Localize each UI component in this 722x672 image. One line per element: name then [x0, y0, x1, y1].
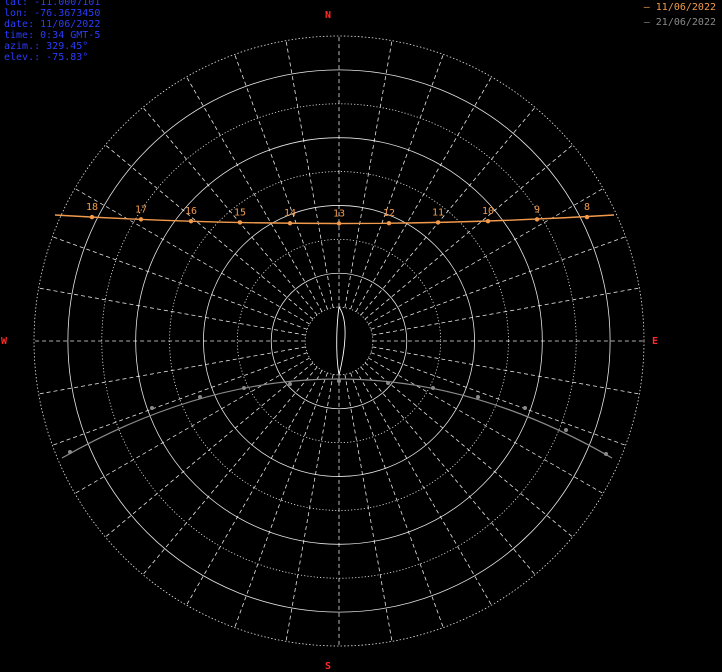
hour-label: 13 — [333, 209, 345, 220]
grid-spoke — [350, 372, 444, 628]
hour-marker — [584, 214, 590, 220]
hour-marker — [435, 220, 441, 225]
grid-ring — [304, 306, 374, 376]
reference-hour-marker — [431, 386, 435, 390]
reference-hour-marker — [198, 395, 202, 399]
grid-spoke — [234, 372, 328, 628]
reference-hour-marker — [476, 395, 480, 399]
grid-spoke — [38, 346, 306, 395]
reference-sun-path — [61, 378, 613, 459]
grid-spoke — [52, 352, 308, 446]
grid-spoke — [105, 144, 314, 320]
grid-spoke — [38, 287, 306, 336]
grid-spoke — [186, 370, 323, 606]
grid-spoke — [344, 40, 393, 308]
grid-ring — [270, 272, 408, 410]
hour-label: 14 — [284, 208, 296, 219]
grid-spoke — [368, 357, 604, 494]
hour-label: 9 — [534, 204, 540, 215]
grid-spoke — [372, 287, 640, 336]
grid-spoke — [234, 54, 328, 310]
grid-ring — [33, 35, 645, 647]
hour-marker — [237, 220, 243, 225]
sun-path-diagram[interactable]: 18 17 16 15 14 13 12 11 10 9 8 — [0, 0, 722, 672]
hour-marker — [138, 217, 144, 222]
grid-spoke — [364, 362, 573, 538]
grid-spoke — [52, 236, 308, 330]
grid-spoke — [186, 76, 323, 312]
hour-label: 11 — [432, 207, 444, 218]
grid-spoke — [364, 144, 573, 320]
grid-spoke — [370, 352, 626, 446]
reference-hour-marker — [523, 406, 527, 410]
hour-label: 16 — [185, 206, 197, 217]
reference-hour-marker — [288, 382, 292, 386]
grid-spoke — [350, 54, 444, 310]
grid-spoke — [285, 374, 334, 642]
grid-spoke — [355, 76, 492, 312]
grid-spoke — [355, 370, 492, 606]
hour-marker — [89, 214, 95, 220]
grid-ring — [101, 103, 577, 579]
reference-hour-marker — [150, 406, 154, 410]
hour-marker — [485, 218, 491, 224]
hour-label: 10 — [482, 206, 494, 217]
grid-spoke — [370, 236, 626, 330]
hour-label: 15 — [234, 207, 246, 218]
reference-hour-marker — [242, 386, 246, 390]
grid-spoke — [372, 346, 640, 395]
reference-hour-marker — [68, 450, 72, 454]
reference-hour-marker — [564, 428, 568, 432]
grid-ring — [203, 205, 475, 477]
hour-label: 17 — [135, 204, 147, 215]
reference-hour-marker — [337, 379, 341, 383]
hour-label: 8 — [584, 202, 590, 213]
hour-marker — [386, 221, 392, 226]
hour-marker — [534, 217, 540, 222]
hour-marker — [188, 218, 194, 224]
reference-hour-marker — [386, 381, 390, 385]
grid-spoke — [344, 374, 393, 642]
hour-label: 12 — [383, 208, 395, 219]
grid-spoke — [285, 40, 334, 308]
grid-spoke — [142, 366, 318, 575]
grid-spoke — [74, 357, 310, 494]
hour-marker — [336, 221, 342, 226]
hour-marker — [287, 221, 293, 226]
hour-label: 18 — [86, 202, 98, 213]
reference-hour-marker — [604, 452, 608, 456]
grid-spoke — [105, 362, 314, 538]
analemma-curve — [336, 305, 346, 376]
grid-spoke — [360, 366, 536, 575]
